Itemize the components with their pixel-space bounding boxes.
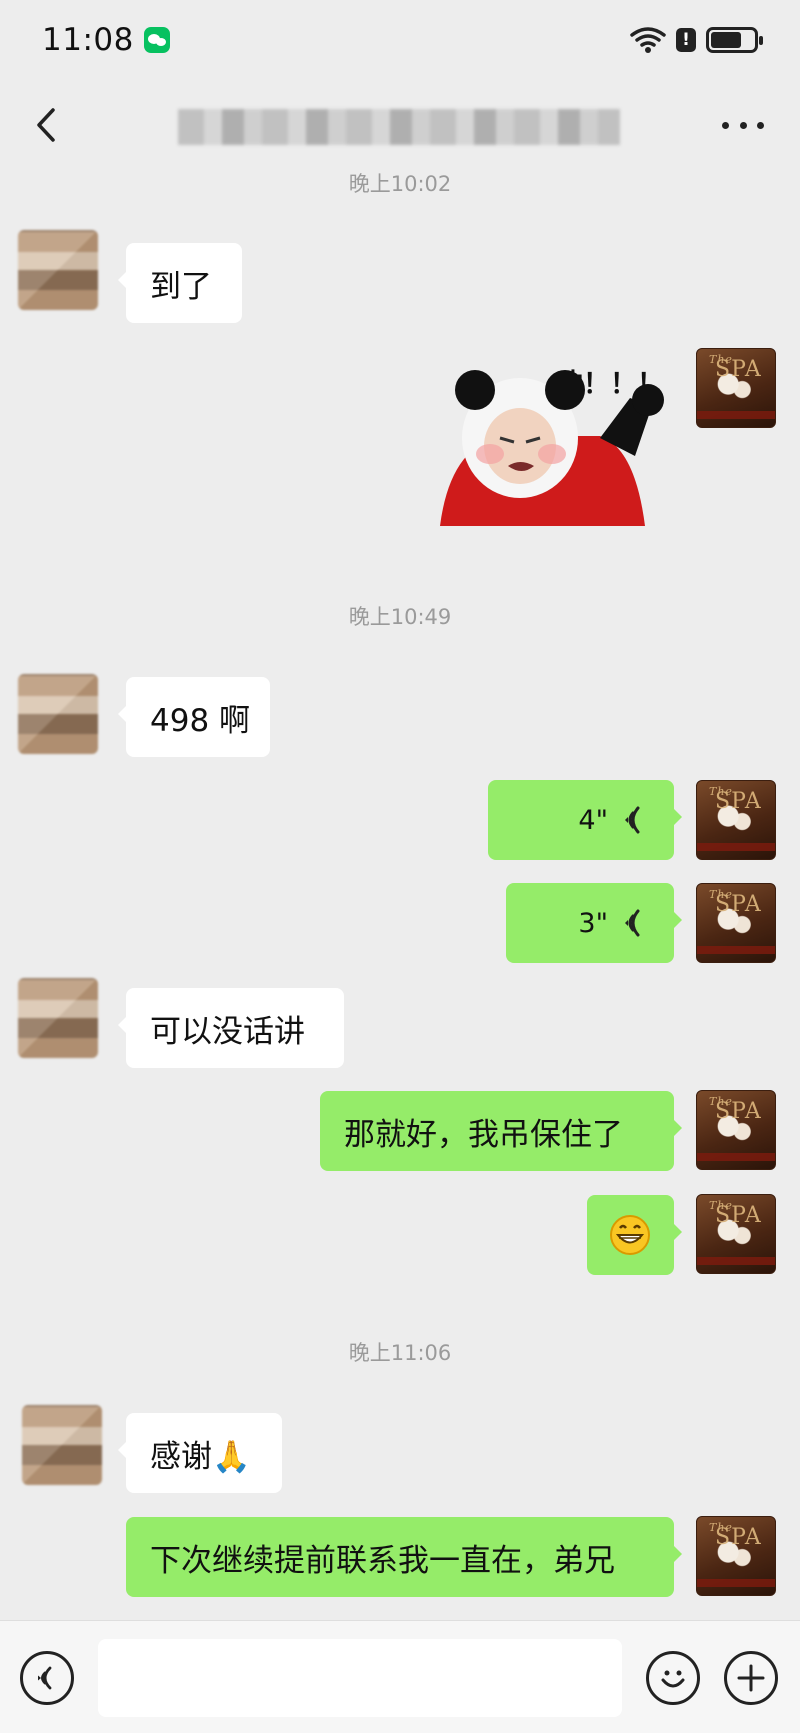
status-bar: 11:08 ! (0, 0, 800, 80)
message-text: 498 啊 (150, 702, 251, 739)
battery-icon (706, 27, 763, 53)
incoming-message[interactable]: 感谢🙏 (118, 1413, 282, 1493)
emoji-icon[interactable] (646, 1651, 700, 1705)
outgoing-message[interactable]: 下次继续提前联系我一直在，弟兄 (126, 1517, 682, 1597)
contact-avatar[interactable] (22, 1405, 102, 1485)
self-avatar[interactable]: The SPA (696, 883, 776, 963)
input-bar (0, 1620, 800, 1733)
voice-wave-icon (625, 909, 640, 937)
message-text: 下次继续提前联系我一直在，弟兄 (150, 1542, 615, 1579)
self-avatar[interactable]: The SPA (696, 348, 776, 428)
grin-emoji-icon (610, 1215, 650, 1255)
battery-level (711, 32, 742, 48)
incoming-message[interactable]: 498 啊 (118, 677, 270, 757)
status-time: 11:08 (42, 22, 134, 58)
wifi-icon (630, 27, 666, 53)
status-indicators: ! (630, 26, 763, 54)
outgoing-message[interactable] (587, 1195, 682, 1275)
message-text: 那就好，我吊保住了 (344, 1116, 623, 1153)
timestamp: 晚上11:06 (348, 1341, 452, 1365)
voice-mode-icon[interactable] (20, 1651, 74, 1705)
wechat-notification-icon (143, 27, 170, 53)
voice-wave-icon (625, 806, 640, 834)
voice-message[interactable]: 4" (488, 780, 682, 860)
message-text: 可以没话讲 (150, 1013, 305, 1050)
timestamp: 晚上10:02 (348, 172, 452, 196)
self-avatar[interactable]: The SPA (696, 1194, 776, 1274)
voice-duration: 4" (578, 804, 608, 836)
plus-icon[interactable] (724, 1651, 778, 1705)
contact-avatar[interactable] (18, 674, 98, 754)
timestamp: 晚上10:49 (348, 605, 452, 629)
panda-sticker[interactable] (430, 358, 670, 526)
voice-duration: 3" (578, 907, 608, 939)
voice-message[interactable]: 3" (506, 883, 682, 963)
chat-title-obscured (178, 109, 620, 145)
contact-avatar[interactable] (18, 978, 98, 1058)
alert-icon: ! (676, 28, 696, 52)
self-avatar[interactable]: The SPA (696, 1090, 776, 1170)
more-dots-icon[interactable] (722, 117, 764, 133)
incoming-message[interactable]: 到了 (118, 243, 242, 323)
message-text: 感谢🙏 (150, 1438, 251, 1475)
self-avatar[interactable]: The SPA (696, 1516, 776, 1596)
chevron-left-icon[interactable] (28, 105, 68, 145)
spa-logo: The SPA (709, 353, 762, 382)
outgoing-message[interactable]: 那就好，我吊保住了 (320, 1091, 682, 1171)
message-text: 到了 (150, 268, 212, 305)
contact-avatar[interactable] (18, 230, 98, 310)
message-input[interactable] (98, 1639, 622, 1717)
self-avatar[interactable]: The SPA (696, 780, 776, 860)
chat-header (0, 85, 800, 165)
incoming-message[interactable]: 可以没话讲 (118, 988, 344, 1068)
